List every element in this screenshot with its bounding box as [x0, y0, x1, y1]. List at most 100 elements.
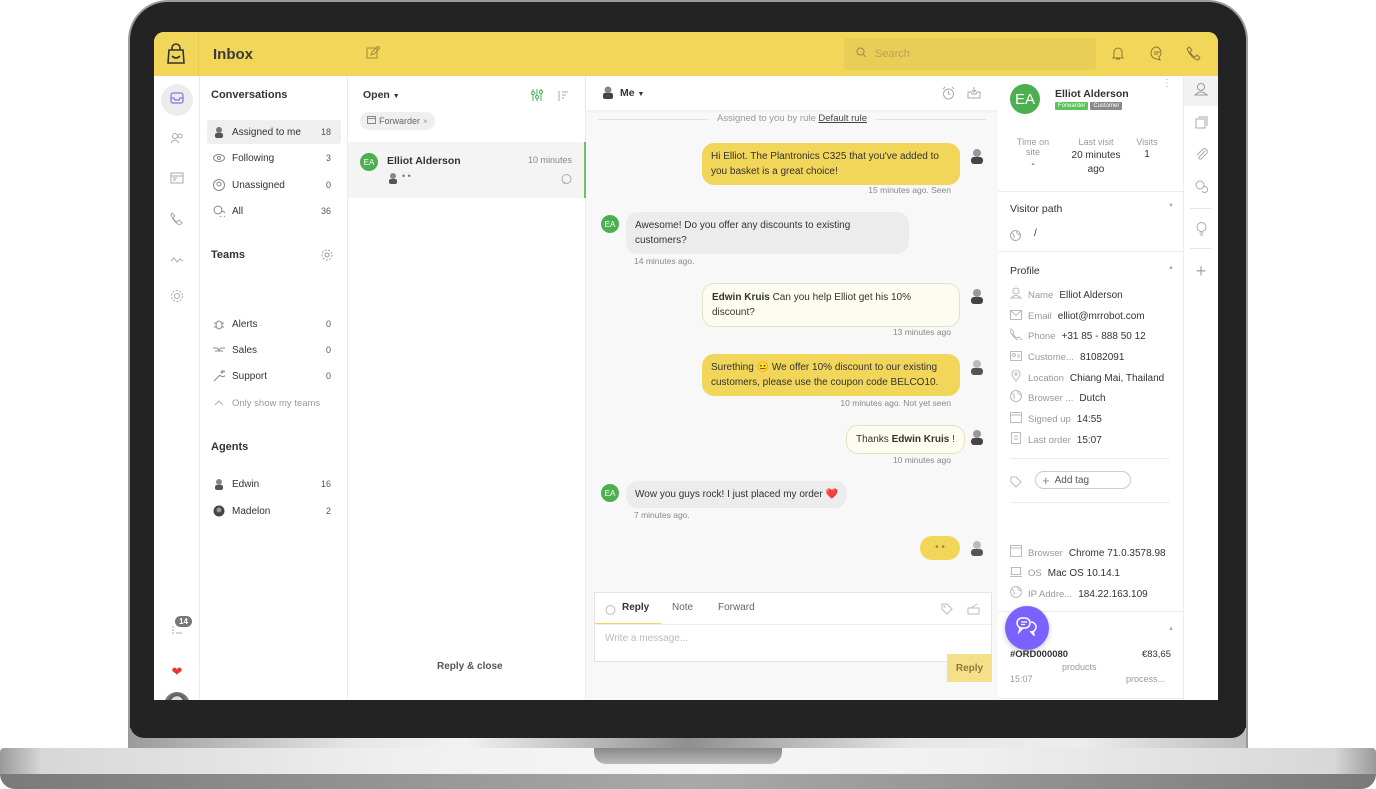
contact-name: Elliot Alderson — [387, 155, 461, 167]
message-meta: 14 minutes ago. — [634, 256, 695, 266]
bell-icon[interactable] — [1111, 45, 1125, 66]
nav-label: Sales — [232, 344, 258, 356]
conversation-item[interactable]: EA Elliot Alderson 10 minutes • • — [348, 142, 586, 198]
phone-icon[interactable] — [1186, 45, 1202, 66]
rail-orders[interactable] — [161, 164, 193, 196]
team-alerts[interactable]: Alerts 0 — [207, 312, 341, 336]
nav-all[interactable]: All 36 — [207, 199, 341, 223]
mention: Edwin Kruis — [712, 292, 770, 303]
field-value: Chrome 71.0.3578.98 — [1068, 547, 1166, 559]
caret-down-icon: ▼ — [637, 91, 645, 98]
nav-unassigned[interactable]: Unassigned 0 — [207, 173, 341, 197]
rail-inbox[interactable] — [161, 84, 193, 116]
rail-settings[interactable] — [161, 282, 193, 314]
caret-up-icon[interactable]: ▲ — [1168, 265, 1174, 271]
message-meta: 10 minutes ago — [892, 455, 951, 465]
chat-widget-button[interactable] — [1005, 606, 1049, 650]
teams-settings-gear-icon[interactable] — [321, 248, 333, 266]
visitor-path-heading[interactable]: Visitor path — [1010, 203, 1062, 215]
tab-note[interactable]: Note — [672, 602, 693, 613]
caret-up-icon[interactable]: ▲ — [1168, 626, 1174, 632]
agent-avatar-icon — [970, 288, 986, 306]
orders-tab[interactable] — [1184, 110, 1218, 140]
toggle-label: Only show my teams — [232, 397, 321, 409]
profile-row: Phone +31 85 - 888 50 12 — [1009, 327, 1146, 345]
laptop-notch — [594, 748, 782, 764]
stat-label: Time on site — [1016, 137, 1050, 157]
assignee-dropdown[interactable]: Me ▼ — [620, 87, 644, 99]
conversations-tab[interactable] — [1184, 174, 1218, 204]
search-box[interactable] — [844, 38, 1096, 70]
right-side-rail: + — [1184, 76, 1218, 700]
agent-message: Surething 😐 We offer 10% discount to our… — [702, 354, 960, 396]
field-label: Email — [1028, 310, 1052, 322]
nav-count: 0 — [325, 319, 331, 329]
message-meta: 7 minutes ago. — [634, 510, 690, 520]
bug-icon — [212, 317, 226, 331]
add-tag-button[interactable]: + Add tag — [1035, 471, 1131, 489]
rail-tasks[interactable]: 14 — [161, 616, 193, 648]
more-options-icon[interactable]: ⋮ — [1162, 79, 1172, 89]
nav-count: 18 — [320, 127, 331, 137]
status-filter-dropdown[interactable]: Open ▼ — [363, 89, 400, 101]
nav-following[interactable]: Following 3 — [207, 146, 341, 170]
team-sales[interactable]: Sales 0 — [207, 338, 341, 362]
gear-icon — [170, 289, 184, 308]
profile-row: Browser ... Dutch — [1010, 390, 1106, 406]
field-label: Location — [1028, 372, 1064, 384]
divider — [1190, 248, 1212, 249]
field-label: Browser ... — [1028, 392, 1074, 404]
reply-and-close-button[interactable]: Reply & close — [437, 661, 503, 672]
chats-icon — [212, 204, 226, 218]
profile-tab[interactable] — [1184, 76, 1218, 106]
chat-panel: Me ▼ Assigned to you by rule Default rul… — [586, 76, 998, 700]
compose-icon[interactable] — [366, 45, 381, 65]
tab-forward[interactable]: Forward — [718, 602, 755, 613]
user-avatar[interactable] — [164, 692, 190, 700]
wrench-icon — [212, 369, 226, 383]
rail-contacts[interactable] — [161, 124, 193, 156]
search-input[interactable] — [875, 48, 1075, 60]
message-input[interactable] — [605, 633, 975, 644]
tab-reply[interactable]: Reply — [622, 602, 649, 613]
filter-chip-forwarder[interactable]: Forwarder × — [360, 112, 435, 130]
rail-calls[interactable] — [161, 204, 193, 236]
filter-label: Open — [363, 89, 390, 101]
mention: Edwin Kruis — [891, 434, 950, 445]
order-id[interactable]: #ORD000080 — [1010, 649, 1068, 660]
attachments-tab[interactable] — [1184, 142, 1218, 172]
add-app-button[interactable]: + — [1184, 256, 1218, 286]
sort-icon[interactable] — [557, 89, 569, 107]
archive-inbox-icon[interactable] — [967, 86, 981, 102]
default-rule-link[interactable]: Default rule — [818, 113, 867, 124]
snooze-alarm-icon[interactable] — [942, 86, 955, 103]
tech-row: IP Addre... 184.22.163.109 — [1010, 586, 1148, 602]
internal-note: Thanks Edwin Kruis ! — [846, 425, 965, 454]
order-amount: €83,65 — [1141, 649, 1171, 660]
visitor-message: Wow you guys rock! I just placed my orde… — [626, 481, 847, 508]
team-support[interactable]: Support 0 — [207, 364, 341, 388]
nav-assigned-to-me[interactable]: Assigned to me 18 — [207, 120, 341, 144]
suggestions-tab[interactable] — [1184, 216, 1218, 246]
close-icon[interactable]: × — [423, 117, 428, 126]
filter-sliders-icon[interactable] — [531, 88, 543, 107]
shopping-bag-logo-icon[interactable] — [154, 32, 199, 76]
caret-down-icon[interactable]: ▼ — [1168, 203, 1174, 209]
reply-button[interactable]: Reply — [947, 654, 992, 682]
message-meta: 13 minutes ago — [892, 327, 951, 337]
canned-response-icon[interactable] — [967, 602, 980, 620]
only-show-my-teams-toggle[interactable]: Only show my teams — [207, 391, 341, 415]
agent-edwin[interactable]: Edwin 16 — [207, 472, 341, 496]
add-tag-label: Add tag — [1054, 474, 1090, 486]
field-label: Browser — [1028, 547, 1063, 559]
phone-icon — [1009, 327, 1023, 345]
agent-message: Hi Elliot. The Plantronics C325 that you… — [702, 143, 960, 185]
profile-heading[interactable]: Profile — [1010, 265, 1040, 277]
conversations-panel: Conversations Assigned to me 18 Followin… — [200, 76, 348, 700]
tag-icon[interactable] — [941, 602, 953, 620]
heart-icon[interactable]: ❤ — [161, 656, 193, 688]
chat-bubble-icon[interactable] — [1149, 45, 1165, 66]
agent-madelon[interactable]: Madelon 2 — [207, 499, 341, 523]
rail-analytics[interactable] — [161, 244, 193, 276]
avatar: EA — [601, 215, 619, 233]
